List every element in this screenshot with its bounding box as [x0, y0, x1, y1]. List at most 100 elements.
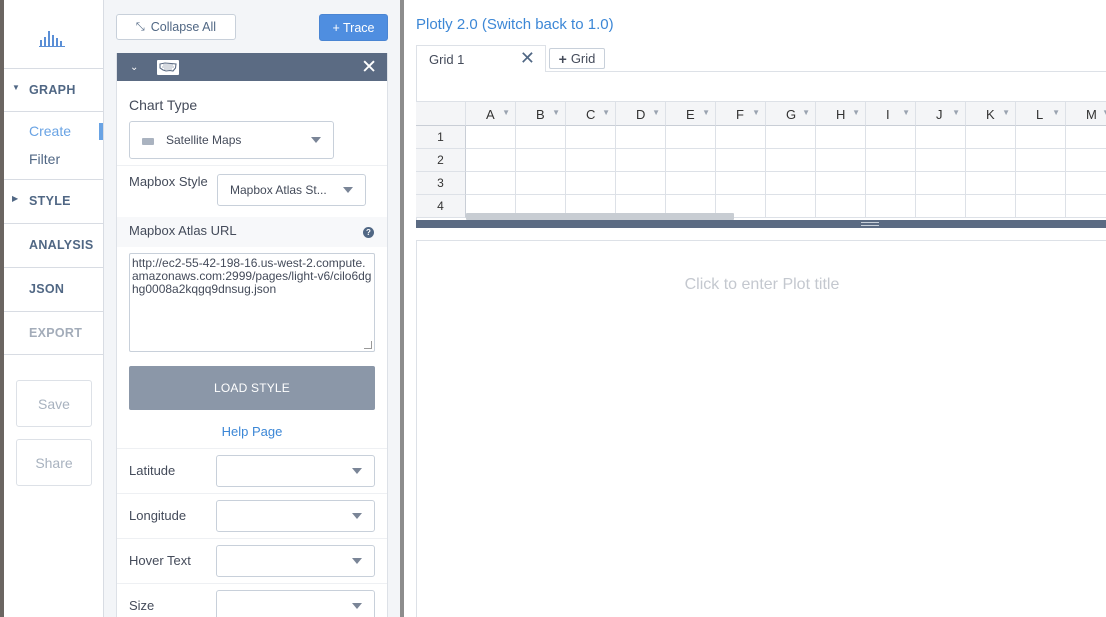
row-header[interactable]: 3 [416, 172, 466, 195]
column-header[interactable]: I ▼ [866, 101, 916, 126]
grid-cell[interactable] [1066, 172, 1106, 195]
column-header[interactable]: L ▼ [1016, 101, 1066, 126]
column-menu-caret-icon[interactable]: ▼ [1102, 108, 1106, 117]
column-menu-caret-icon[interactable]: ▼ [902, 108, 910, 117]
grid-cell[interactable] [666, 149, 716, 172]
chart-type-dropdown[interactable]: Satellite Maps [129, 121, 334, 159]
grid-cell[interactable] [966, 149, 1016, 172]
tab-grid-1[interactable]: Grid 1 ✕ [416, 45, 546, 72]
hover-text-dropdown[interactable] [216, 545, 375, 577]
grid-cell[interactable] [616, 172, 666, 195]
column-menu-caret-icon[interactable]: ▼ [952, 108, 960, 117]
close-trace-icon[interactable]: ✕ [361, 56, 377, 79]
atlas-url-textarea[interactable]: http://ec2-55-42-198-16.us-west-2.comput… [129, 253, 375, 352]
grid-cell[interactable] [766, 126, 816, 149]
column-header[interactable]: H ▼ [816, 101, 866, 126]
longitude-dropdown[interactable] [216, 500, 375, 532]
help-icon[interactable]: ? [363, 227, 374, 238]
close-tab-icon[interactable]: ✕ [520, 48, 535, 69]
chevron-down-icon[interactable]: ⌄ [130, 62, 138, 73]
column-menu-caret-icon[interactable]: ▼ [802, 108, 810, 117]
grid-cell[interactable] [566, 149, 616, 172]
column-menu-caret-icon[interactable]: ▼ [752, 108, 760, 117]
grid-cell[interactable] [716, 126, 766, 149]
grid-plot-splitter[interactable] [416, 220, 1106, 228]
column-menu-caret-icon[interactable]: ▼ [602, 108, 610, 117]
grid-cell[interactable] [866, 172, 916, 195]
column-header[interactable]: F ▼ [716, 101, 766, 126]
sheet-corner[interactable] [416, 101, 466, 126]
grid-cell[interactable] [466, 172, 516, 195]
grid-cell[interactable] [816, 126, 866, 149]
grid-cell[interactable] [566, 126, 616, 149]
column-header[interactable]: M▼ [1066, 101, 1106, 126]
plot-area[interactable]: Click to enter Plot title [416, 240, 1106, 617]
grid-cell[interactable] [1016, 126, 1066, 149]
grid-cell[interactable] [816, 195, 866, 218]
grid-cell[interactable] [1016, 172, 1066, 195]
add-trace-button[interactable]: + Trace [319, 14, 388, 41]
grid-cell[interactable] [766, 149, 816, 172]
column-header[interactable]: C ▼ [566, 101, 616, 126]
column-menu-caret-icon[interactable]: ▼ [502, 108, 510, 117]
grid-cell[interactable] [1066, 126, 1106, 149]
plotly-logo-icon[interactable] [38, 28, 68, 48]
horizontal-scrollbar[interactable] [466, 213, 734, 220]
drag-handle-icon[interactable] [861, 222, 879, 226]
column-header[interactable]: A ▼ [466, 101, 516, 126]
grid-cell[interactable] [766, 195, 816, 218]
grid-cell[interactable] [1066, 149, 1106, 172]
grid-cell[interactable] [916, 149, 966, 172]
grid-cell[interactable] [816, 149, 866, 172]
grid-cell[interactable] [616, 149, 666, 172]
add-grid-button[interactable]: + Grid [549, 48, 605, 69]
save-button[interactable]: Save [16, 380, 92, 427]
grid-cell[interactable] [716, 149, 766, 172]
column-menu-caret-icon[interactable]: ▼ [552, 108, 560, 117]
grid-cell[interactable] [516, 172, 566, 195]
share-button[interactable]: Share [16, 439, 92, 486]
resize-handle-icon[interactable] [364, 341, 372, 349]
grid-cell[interactable] [616, 126, 666, 149]
column-menu-caret-icon[interactable]: ▼ [1052, 108, 1060, 117]
grid-cell[interactable] [966, 126, 1016, 149]
column-header[interactable]: G ▼ [766, 101, 816, 126]
grid-cell[interactable] [466, 126, 516, 149]
grid-cell[interactable] [966, 195, 1016, 218]
collapse-all-button[interactable]: ⤡ Collapse All [116, 14, 236, 40]
grid-cell[interactable] [516, 126, 566, 149]
grid-cell[interactable] [1016, 195, 1066, 218]
grid-cell[interactable] [516, 149, 566, 172]
column-menu-caret-icon[interactable]: ▼ [1002, 108, 1010, 117]
column-menu-caret-icon[interactable]: ▼ [852, 108, 860, 117]
row-header[interactable]: 2 [416, 149, 466, 172]
grid-cell[interactable] [716, 172, 766, 195]
grid-cell[interactable] [666, 126, 716, 149]
grid-cell[interactable] [766, 172, 816, 195]
grid-cell[interactable] [966, 172, 1016, 195]
grid-cell[interactable] [866, 149, 916, 172]
grid-cell[interactable] [866, 195, 916, 218]
nav-filter[interactable]: Filter [29, 151, 60, 167]
grid-cell[interactable] [566, 172, 616, 195]
grid-cell[interactable] [1016, 149, 1066, 172]
grid-cell[interactable] [666, 172, 716, 195]
grid-cell[interactable] [466, 149, 516, 172]
grid-cell[interactable] [916, 172, 966, 195]
row-header[interactable]: 4 [416, 195, 466, 218]
grid-cell[interactable] [866, 126, 916, 149]
column-menu-caret-icon[interactable]: ▼ [702, 108, 710, 117]
column-header[interactable]: D ▼ [616, 101, 666, 126]
column-header[interactable]: J ▼ [916, 101, 966, 126]
help-page-link[interactable]: Help Page [117, 424, 387, 439]
grid-cell[interactable] [1066, 195, 1106, 218]
column-header[interactable]: K ▼ [966, 101, 1016, 126]
grid-cell[interactable] [916, 195, 966, 218]
column-header[interactable]: B ▼ [516, 101, 566, 126]
column-menu-caret-icon[interactable]: ▼ [652, 108, 660, 117]
grid-cell[interactable] [916, 126, 966, 149]
nav-create[interactable]: Create [29, 123, 71, 139]
mapbox-style-dropdown[interactable]: Mapbox Atlas St... [217, 174, 366, 206]
load-style-button[interactable]: LOAD STYLE [129, 366, 375, 410]
row-header[interactable]: 1 [416, 126, 466, 149]
